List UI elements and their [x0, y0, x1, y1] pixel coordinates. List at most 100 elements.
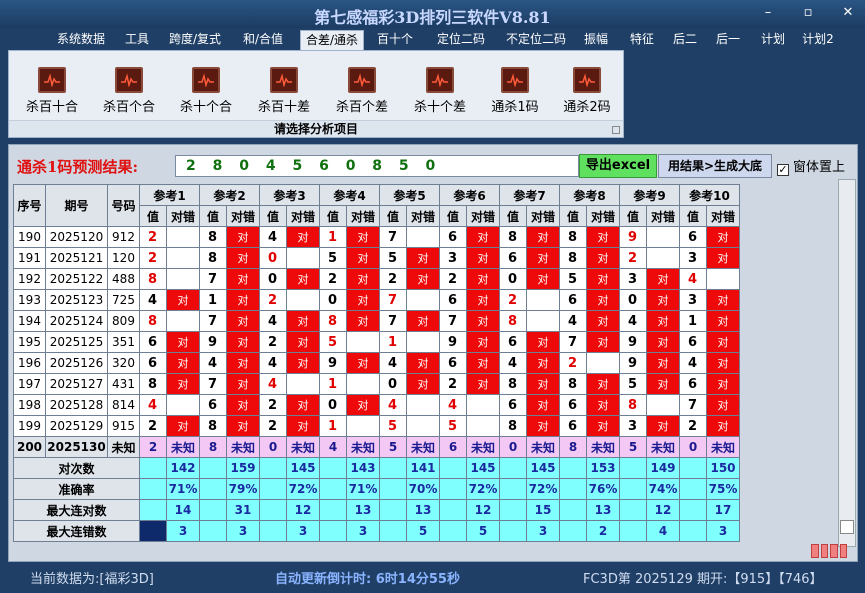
cell-value: 5	[559, 268, 587, 290]
ribbon-button-6[interactable]: 杀十个差	[402, 67, 478, 115]
stat-spacer	[499, 520, 527, 542]
cell-value: 6	[559, 394, 587, 416]
menu-item-9[interactable]: 振幅	[578, 30, 614, 50]
ribbon-button-5[interactable]: 杀百个差	[324, 67, 400, 115]
menu-item-12[interactable]: 后一	[710, 30, 746, 50]
cell-hit-mark: 对	[226, 352, 260, 374]
cell-hit-mark: 对	[466, 352, 500, 374]
stat-label: 最大连对数	[13, 499, 140, 521]
menu-item-3[interactable]: 跨度/复式	[165, 30, 225, 50]
cell-value: 0	[319, 394, 347, 416]
cell-value: 2	[319, 268, 347, 290]
stat-spacer	[259, 520, 287, 542]
ribbon-button-7[interactable]: 通杀1码	[477, 67, 553, 115]
cell-value: 2	[619, 247, 647, 269]
menu-item-7[interactable]: 定位二码	[432, 30, 490, 50]
cell-hit-mark: 对	[346, 226, 380, 248]
cell-number: 351	[107, 331, 140, 353]
stat-spacer	[199, 478, 227, 500]
cell-pred-unknown: 未知	[166, 436, 200, 458]
menu-item-13[interactable]: 计划	[755, 30, 791, 50]
cell-seq: 197	[13, 373, 46, 395]
stat-spacer	[379, 499, 407, 521]
stat-value: 150	[706, 457, 740, 479]
prediction-value-field[interactable]: 2 8 0 4 5 6 0 8 5 0	[175, 155, 579, 177]
cell-value: 1	[379, 331, 407, 353]
stat-value: 74%	[646, 478, 680, 500]
generate-base-button[interactable]: 用结果>生成大底	[658, 154, 772, 178]
table-row[interactable]: 191 2025121 120 2 8 对 0 5 对 5 对 3 对 6 对 8 对 2 3 对	[13, 247, 740, 269]
cell-period: 2025129	[45, 415, 108, 437]
menu-item-2[interactable]: 工具	[120, 30, 154, 50]
vertical-scrollbar[interactable]	[838, 179, 856, 547]
table-row[interactable]: 194 2025124 809 8 7 对 4 对 8 对 7 对 7 对 8 4 对 4 对 1 对	[13, 310, 740, 332]
menu-item-1[interactable]: 系统数据	[50, 30, 112, 50]
minimize-icon[interactable]: –	[756, 4, 780, 22]
header-value: 值	[259, 205, 287, 227]
menu-item-14[interactable]: 计划2	[800, 30, 836, 50]
stat-value: 12	[286, 499, 320, 521]
cell-number: 未知	[107, 436, 140, 458]
stat-value: 71%	[346, 478, 380, 500]
table-row[interactable]: 190 2025120 912 2 8 对 4 对 1 对 7 6 对 8 对 8 对 9 6 对	[13, 226, 740, 248]
cell-period: 2025121	[45, 247, 108, 269]
stat-row: 最大连对数 14 31 12 13 13 12 15 13 12 17	[13, 499, 740, 521]
table-row[interactable]: 192 2025122 488 8 7 对 0 对 2 对 2 对 2 对 0 对 5 对 3 对 4	[13, 268, 740, 290]
scrollbar-thumb[interactable]	[840, 520, 854, 534]
cell-value: 3	[679, 247, 707, 269]
header-ref-7: 参考7	[499, 184, 560, 206]
header-value: 值	[439, 205, 467, 227]
menu-item-8[interactable]: 不定位二码	[500, 30, 572, 50]
stat-value: 72%	[466, 478, 500, 500]
stat-spacer	[499, 478, 527, 500]
cell-hit-mark: 对	[286, 394, 320, 416]
table-row[interactable]: 193 2025123 725 4 对 1 对 2 0 对 7 6 对 2 6 对 0 对 3 对	[13, 289, 740, 311]
ribbon-button-3[interactable]: 杀十个合	[168, 67, 244, 115]
cell-pred-value: 4	[319, 436, 347, 458]
cell-value: 4	[139, 394, 167, 416]
table-row[interactable]: 195 2025125 351 6 对 9 对 2 对 5 1 9 对 6 对 7 对 9 对 6 对	[13, 331, 740, 353]
cell-seq: 199	[13, 415, 46, 437]
table-row[interactable]: 196 2025126 320 6 对 4 对 4 对 9 对 4 对 6 对 4 对 2 9 对 4 对	[13, 352, 740, 374]
window-ontop-checkbox[interactable]: ✓ 窗体置上	[777, 156, 845, 176]
checkbox-check-icon[interactable]: ✓	[777, 164, 789, 176]
table-row[interactable]: 198 2025128 814 4 6 对 2 对 0 对 4 4 6 对 6 对 8 7 对	[13, 394, 740, 416]
cell-value: 0	[319, 289, 347, 311]
menu-item-11[interactable]: 后二	[667, 30, 703, 50]
ribbon-button-8[interactable]: 通杀2码	[549, 67, 625, 115]
ribbon-button-label: 杀百十差	[257, 100, 310, 115]
header-number: 号码	[107, 184, 140, 227]
menu-item-4[interactable]: 和/合值	[238, 30, 288, 50]
cell-pred-value: 0	[259, 436, 287, 458]
ribbon-panel: 杀百十合 杀百个合 杀十个合 杀百十差 杀百个差 杀十个差 通杀1码 通杀2码 请选择分析项目	[8, 50, 624, 138]
cell-miss	[406, 331, 440, 353]
header-result: 对错	[586, 205, 620, 227]
header-result: 对错	[466, 205, 500, 227]
ribbon-button-1[interactable]: 杀百十合	[14, 67, 90, 115]
ribbon-button-2[interactable]: 杀百个合	[91, 67, 167, 115]
cell-value: 6	[439, 352, 467, 374]
table-row[interactable]: 199 2025129 915 2 对 8 对 2 对 1 5 5 8 对 6 对 3 对 2 对	[13, 415, 740, 437]
chart-icon	[501, 67, 529, 93]
close-icon[interactable]: ✕	[836, 4, 860, 22]
cell-value: 3	[619, 415, 647, 437]
ribbon-expand-icon[interactable]	[612, 126, 620, 134]
menu-item-10[interactable]: 特征	[624, 30, 660, 50]
ribbon-button-label: 通杀1码	[491, 100, 539, 115]
cell-hit-mark: 对	[466, 247, 500, 269]
status-indicator	[811, 544, 847, 558]
cell-value: 2	[559, 352, 587, 374]
cell-value: 6	[439, 289, 467, 311]
export-excel-button[interactable]: 导出excel	[579, 154, 657, 178]
table-row[interactable]: 197 2025127 431 8 对 7 对 4 1 0 对 2 对 8 对 8 对 5 对 6 对	[13, 373, 740, 395]
cell-hit-mark: 对	[166, 415, 200, 437]
stat-spacer	[199, 520, 227, 542]
cell-seq: 193	[13, 289, 46, 311]
ribbon-button-4[interactable]: 杀百十差	[246, 67, 322, 115]
restore-icon[interactable]: ▫	[796, 4, 820, 22]
menu-item-6[interactable]: 百十个	[375, 30, 415, 50]
menu-item-5[interactable]: 合差/通杀	[300, 30, 364, 50]
stat-value: 3	[286, 520, 320, 542]
cell-hit-mark: 对	[226, 331, 260, 353]
cell-pred-unknown: 未知	[286, 436, 320, 458]
